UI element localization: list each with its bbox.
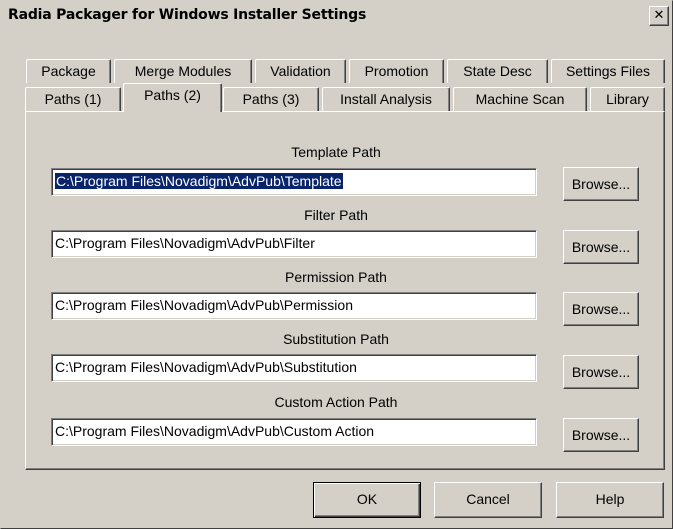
- substitution-browse-button[interactable]: Browse...: [563, 355, 639, 389]
- tab-state-desc[interactable]: State Desc: [447, 59, 548, 83]
- tab-package[interactable]: Package: [26, 59, 111, 83]
- cancel-button[interactable]: Cancel: [434, 482, 542, 518]
- permission-browse-button[interactable]: Browse...: [563, 292, 639, 326]
- help-button[interactable]: Help: [556, 482, 664, 518]
- filter-browse-button[interactable]: Browse...: [563, 230, 639, 264]
- custom-action-path-field[interactable]: C:\Program Files\Novadigm\AdvPub\Custom …: [51, 418, 537, 446]
- window-title: Radia Packager for Windows Installer Set…: [8, 7, 367, 23]
- template-path-label: Template Path: [291, 144, 381, 160]
- settings-dialog: Radia Packager for Windows Installer Set…: [0, 0, 673, 529]
- close-button[interactable]: ✕: [649, 6, 669, 26]
- tab-library[interactable]: Library: [590, 87, 665, 111]
- permission-path-field[interactable]: C:\Program Files\Novadigm\AdvPub\Permiss…: [51, 292, 537, 320]
- custom-action-path-label: Custom Action Path: [274, 394, 398, 410]
- tab-promotion[interactable]: Promotion: [349, 59, 444, 83]
- close-icon: ✕: [653, 8, 665, 23]
- tab-paths-2[interactable]: Paths (2): [123, 83, 222, 112]
- permission-path-label: Permission Path: [285, 269, 387, 285]
- filter-path-field[interactable]: C:\Program Files\Novadigm\AdvPub\Filter: [51, 230, 537, 258]
- tab-install-analysis[interactable]: Install Analysis: [322, 87, 450, 111]
- tab-paths-1[interactable]: Paths (1): [25, 87, 121, 111]
- paths-2-panel: Template Path C:\Program Files\Novadigm\…: [25, 111, 665, 470]
- template-path-field[interactable]: C:\Program Files\Novadigm\AdvPub\Templat…: [51, 168, 537, 196]
- tab-merge-modules[interactable]: Merge Modules: [114, 59, 252, 83]
- custom-action-browse-button[interactable]: Browse...: [563, 418, 639, 452]
- tab-machine-scan[interactable]: Machine Scan: [453, 87, 587, 111]
- tab-validation[interactable]: Validation: [255, 59, 346, 83]
- tab-paths-3[interactable]: Paths (3): [223, 87, 319, 111]
- title-bar[interactable]: Radia Packager for Windows Installer Set…: [3, 3, 671, 30]
- ok-button[interactable]: OK: [313, 482, 421, 518]
- substitution-path-field[interactable]: C:\Program Files\Novadigm\AdvPub\Substit…: [51, 354, 537, 382]
- template-browse-button[interactable]: Browse...: [563, 167, 639, 201]
- tab-settings-files[interactable]: Settings Files: [551, 59, 665, 83]
- substitution-path-label: Substitution Path: [283, 331, 389, 347]
- filter-path-label: Filter Path: [304, 207, 368, 223]
